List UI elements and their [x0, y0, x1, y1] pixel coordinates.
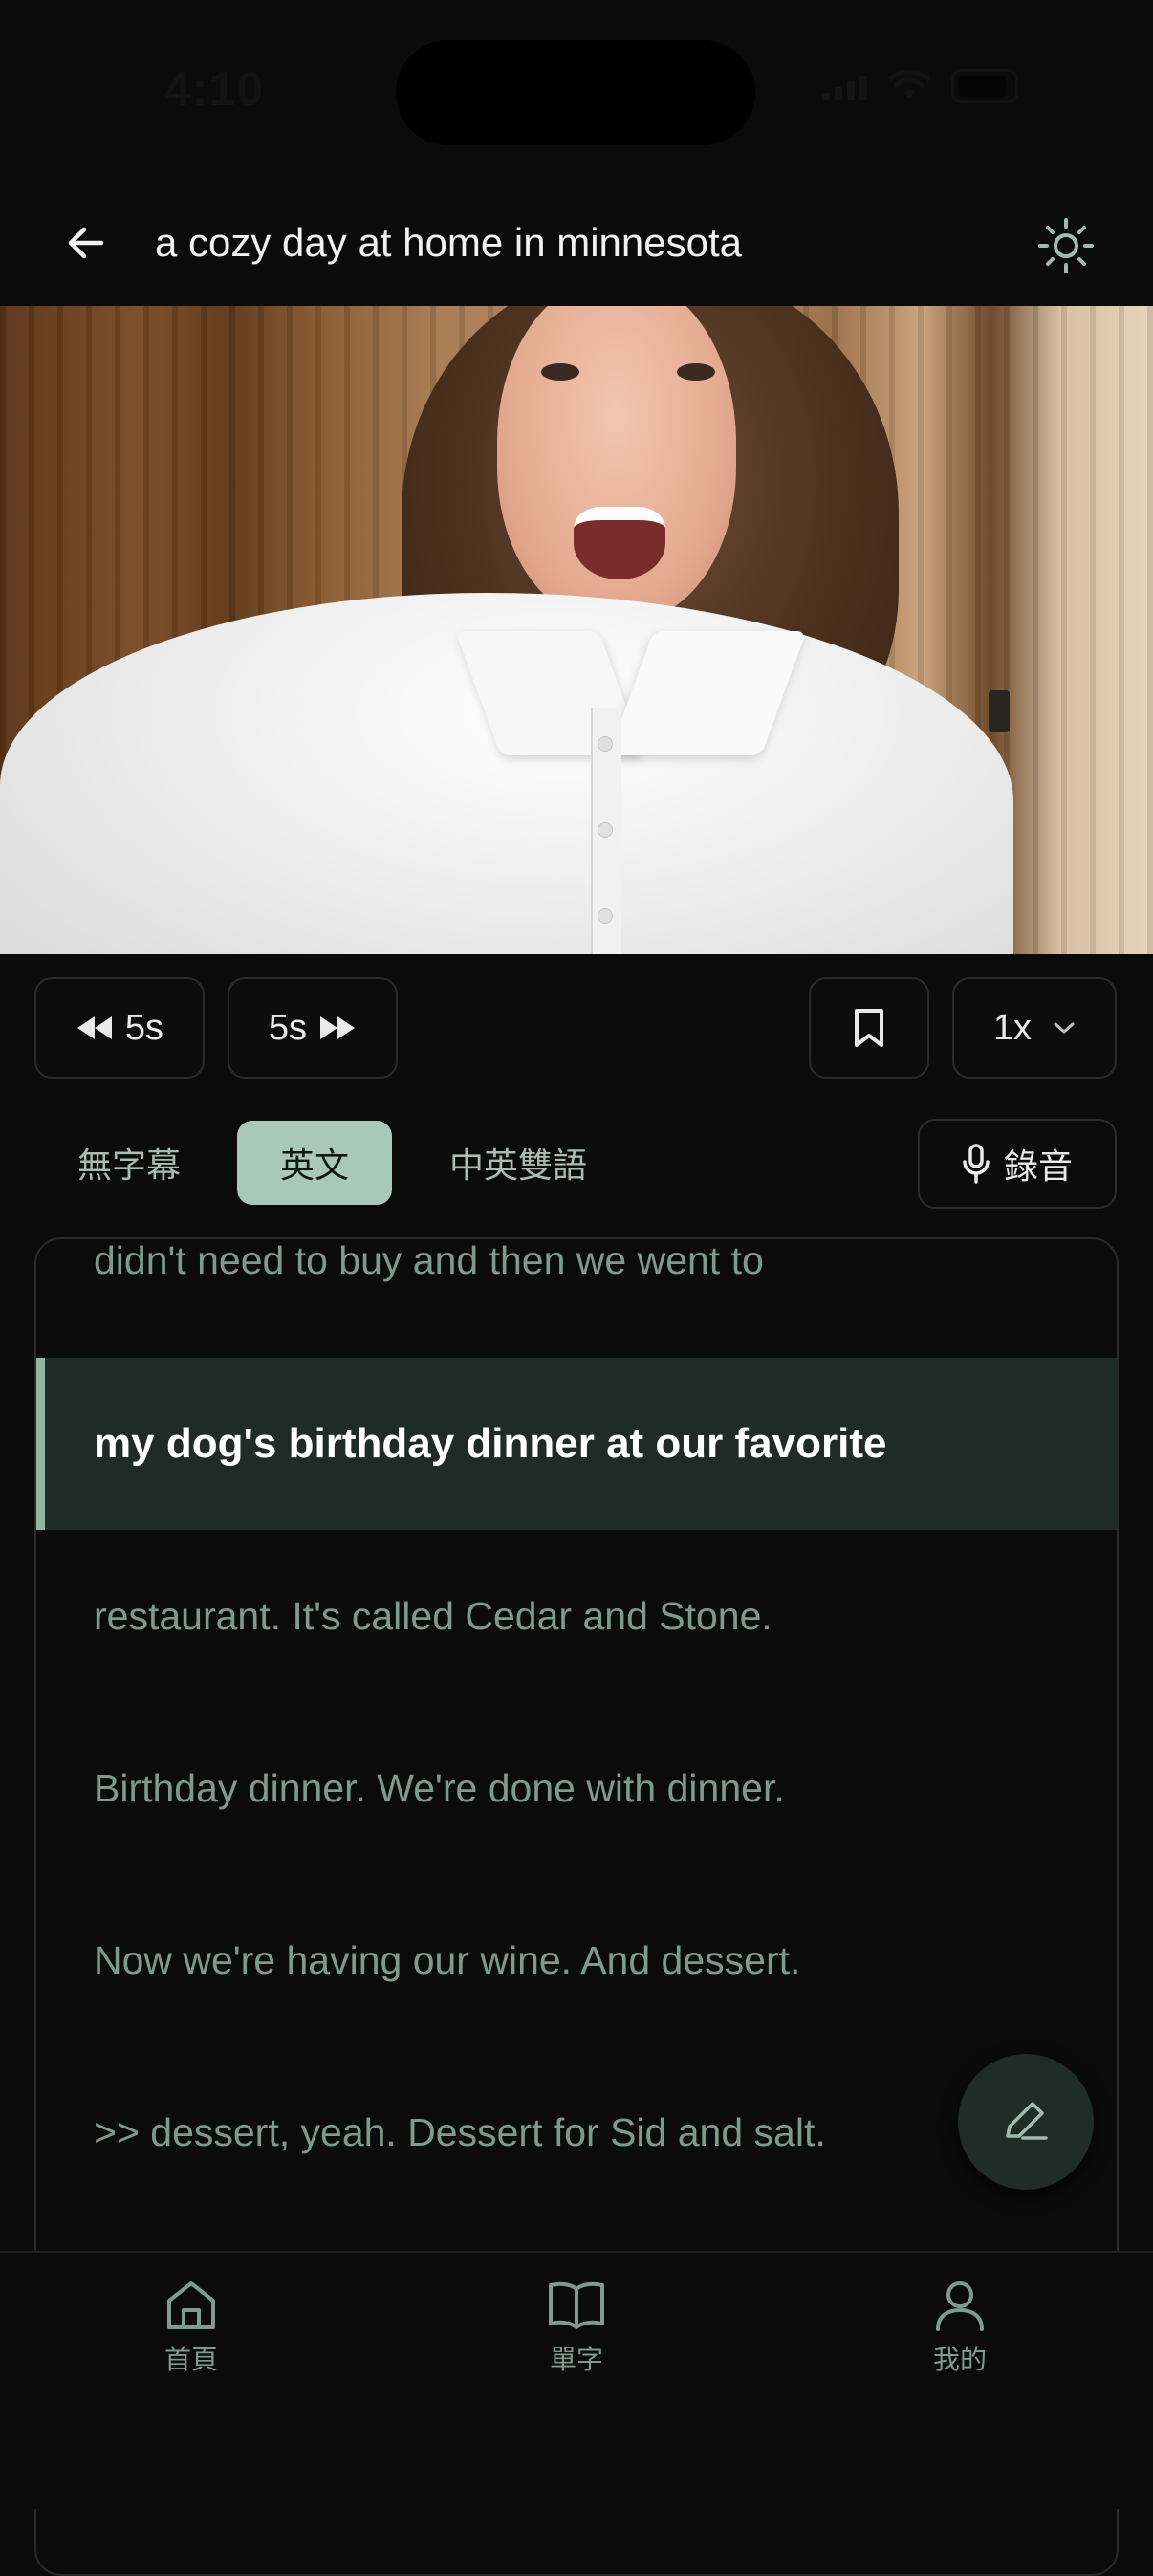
- nav-profile[interactable]: 我的: [864, 2278, 1055, 2377]
- nav-home-label: 首頁: [163, 2345, 218, 2374]
- nav-vocabulary-label: 單字: [549, 2345, 603, 2374]
- transcript-line[interactable]: Birthday dinner. We're done with dinner.: [36, 1702, 1117, 1874]
- transcript-line-active[interactable]: my dog's birthday dinner at our favorite: [36, 1358, 1117, 1530]
- user-icon: [936, 2281, 984, 2331]
- nav-home[interactable]: 首頁: [96, 2278, 287, 2377]
- tab-bilingual[interactable]: 中英雙語: [432, 1121, 604, 1205]
- bookmark-button[interactable]: [809, 977, 929, 1079]
- record-label: 錄音: [1003, 1146, 1073, 1186]
- chevron-down-icon: [1054, 1022, 1075, 1034]
- transcript-line[interactable]: didn't need to buy and then we went to: [36, 1239, 1117, 1346]
- status-icons: [822, 67, 1018, 105]
- playback-speed-select[interactable]: 1x: [952, 977, 1117, 1079]
- tab-english[interactable]: 英文: [237, 1121, 392, 1205]
- sun-icon: [1038, 218, 1094, 273]
- record-button[interactable]: 錄音: [918, 1119, 1117, 1209]
- bookmark-icon: [855, 1009, 883, 1047]
- speed-label: 1x: [992, 1007, 1033, 1048]
- battery-icon: [951, 69, 1018, 103]
- video-player[interactable]: [0, 306, 1153, 954]
- transcript-line[interactable]: >> dessert, yeah. Dessert for Sid and sa…: [36, 2046, 1117, 2218]
- tab-no-subtitles[interactable]: 無字幕: [57, 1121, 201, 1205]
- rewind-5s-button[interactable]: 5s: [34, 977, 205, 1079]
- fast-forward-icon: [320, 1016, 356, 1039]
- transcript-line[interactable]: Now we're having our wine. And dessert.: [36, 1874, 1117, 2046]
- page-title: a cozy day at home in minnesota: [155, 220, 743, 265]
- cellular-icon: [822, 72, 867, 100]
- rewind-icon: [76, 1016, 112, 1039]
- theme-toggle-button[interactable]: [1033, 212, 1099, 279]
- wifi-icon: [888, 70, 930, 98]
- transcript-line[interactable]: restaurant. It's called Cedar and Stone.: [36, 1530, 1117, 1702]
- forward-5s-button[interactable]: 5s: [228, 977, 398, 1079]
- forward-label: 5s: [268, 1007, 308, 1048]
- edit-note-button[interactable]: [958, 2054, 1094, 2190]
- dynamic-island: [396, 40, 755, 145]
- nav-profile-label: 我的: [932, 2345, 987, 2374]
- pencil-icon: [1006, 2102, 1048, 2140]
- home-icon: [167, 2281, 215, 2329]
- status-time: 4:10: [164, 62, 265, 116]
- rewind-label: 5s: [124, 1007, 164, 1048]
- microphone-icon: [963, 1144, 990, 1184]
- nav-vocabulary[interactable]: 單字: [481, 2278, 672, 2377]
- back-button[interactable]: [55, 212, 117, 273]
- book-icon: [549, 2281, 604, 2329]
- arrow-left-icon: [68, 227, 104, 259]
